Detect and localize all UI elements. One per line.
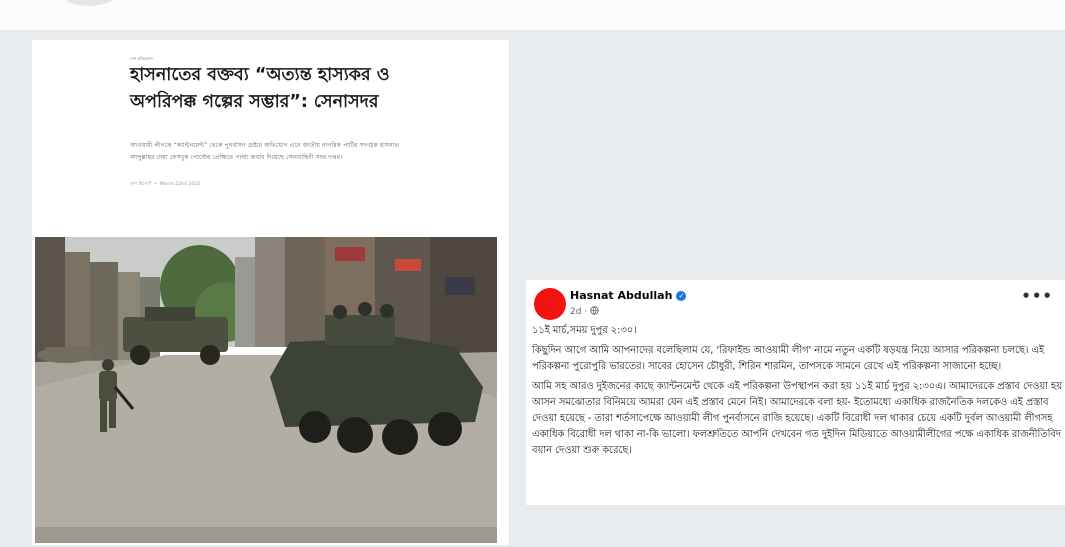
post-meta: 2d · xyxy=(570,306,599,317)
post-author-name[interactable]: Hasnat Abdullah xyxy=(570,289,672,302)
more-options-icon[interactable]: ••• xyxy=(1021,287,1053,305)
byline-date: March 22nd 2025 xyxy=(159,182,201,187)
article-photo xyxy=(35,237,497,543)
post-paragraph: কিছুদিন আগে আমি আপনাদের বলেছিলাম যে, 'রি… xyxy=(532,345,1045,372)
post-paragraph: আমি সহ আরও দুইজনের কাছে ক্যান্টনমেন্ট থে… xyxy=(532,381,1062,456)
byline-author: দেশ রিপোর্ট xyxy=(130,182,152,187)
news-article: দেশ প্রতিবেদন হাসনাতের বক্তব্য “অত্যন্ত … xyxy=(32,40,509,545)
post-time[interactable]: 2d xyxy=(570,307,581,317)
facebook-post: Hasnat Abdullah ✓ 2d · ••• ১১ই মার্চ,সময়… xyxy=(526,280,1065,505)
post-body: ১১ই মার্চ,সময় দুপুর ২:৩০। কিছুদিন আগে আ… xyxy=(532,323,1062,463)
post-author-line: Hasnat Abdullah ✓ xyxy=(570,289,687,302)
post-author-avatar[interactable] xyxy=(534,288,566,320)
verified-badge-icon: ✓ xyxy=(676,291,687,301)
globe-icon xyxy=(590,306,599,317)
article-headline: হাসনাতের বক্তব্য “অত্যন্ত হাস্যকর ও অপরি… xyxy=(130,65,390,112)
article-byline: দেশ রিপোর্ট • March 22nd 2025 xyxy=(130,182,201,187)
article-lead: আওয়ামী লীগকে “ক্যান্টনমেন্ট” থেকে পুনর্… xyxy=(130,142,400,161)
post-paragraph: ১১ই মার্চ,সময় দুপুর ২:৩০। xyxy=(532,325,637,336)
profile-avatar[interactable] xyxy=(60,0,118,6)
top-strip xyxy=(0,0,1065,30)
